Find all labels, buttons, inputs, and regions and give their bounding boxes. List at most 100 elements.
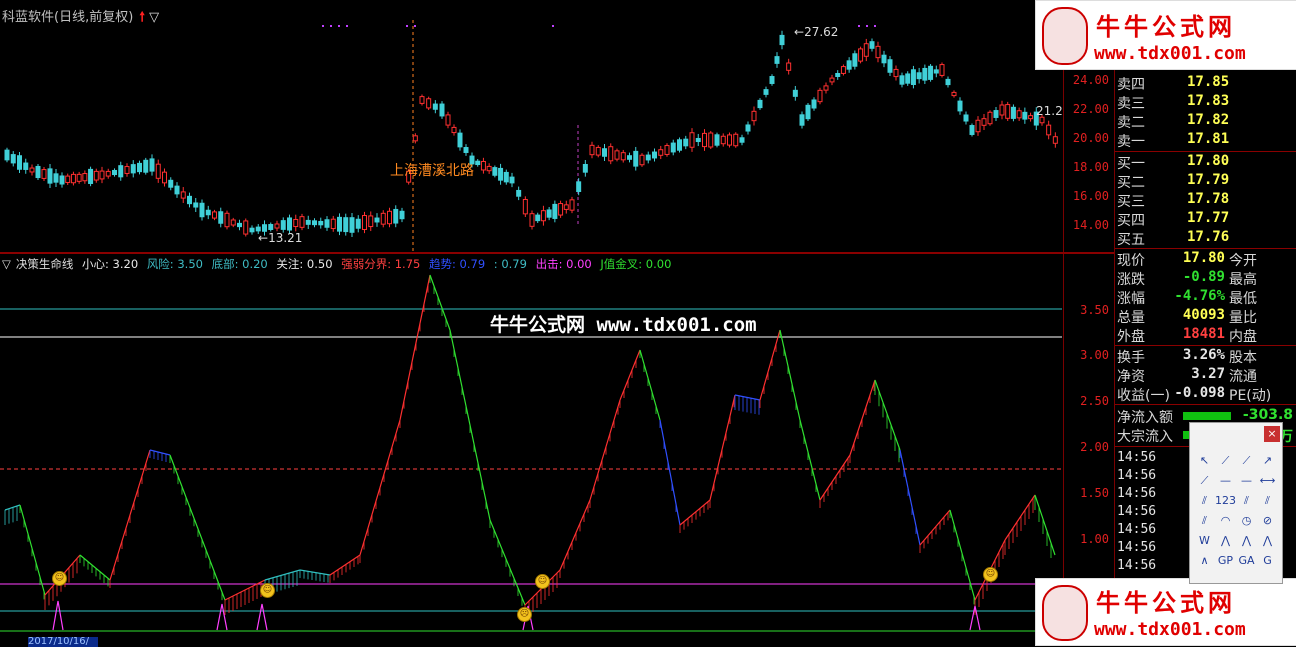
indicator-dropdown-icon[interactable]: ▽ — [2, 257, 11, 271]
candle-body — [763, 89, 769, 95]
hray-tool-icon[interactable]: — — [1236, 471, 1257, 491]
candle-body — [811, 99, 817, 109]
quote-divider — [1115, 404, 1296, 405]
smiley-icon: ☺ — [983, 567, 998, 582]
peak-tool-icon[interactable]: ⋀ — [1257, 531, 1278, 551]
candle-body — [852, 53, 858, 67]
candle-body — [1039, 116, 1045, 124]
ask-row[interactable]: 卖一 17.81 — [1117, 131, 1295, 150]
segment-tool-icon[interactable]: ⟋ — [1194, 471, 1215, 491]
up-arrow-icon[interactable]: 🠕 — [139, 10, 145, 25]
cursor-tool-icon[interactable]: ↖ — [1194, 451, 1215, 471]
candle-body — [664, 145, 670, 155]
candle-body — [274, 223, 280, 229]
candle-body — [349, 217, 355, 233]
candle-body — [739, 137, 745, 143]
candle-body — [608, 146, 614, 162]
candle-body — [846, 60, 852, 70]
hline-tool-icon[interactable]: — — [1215, 471, 1236, 491]
m-pattern-tool-icon[interactable]: ⋀ — [1215, 531, 1236, 551]
price-tick: 22.00 — [1072, 102, 1109, 116]
wave-tool-icon[interactable]: 123 — [1215, 491, 1236, 511]
bid-row[interactable]: 买三 17.78 — [1117, 191, 1295, 210]
candle-body — [805, 104, 811, 120]
candle-body — [412, 135, 418, 142]
candle-body — [492, 167, 498, 176]
ask-row[interactable]: 卖三 17.83 — [1117, 93, 1295, 112]
candle-body — [602, 148, 607, 157]
bid-row[interactable]: 买二 17.79 — [1117, 172, 1295, 191]
quote-row-outer: 外盘 18481 内盘 — [1117, 326, 1257, 345]
arrow-line-tool-icon[interactable]: ↗ — [1257, 451, 1278, 471]
line-tool-icon[interactable]: ⟋ — [1215, 451, 1236, 471]
candle-body — [695, 137, 701, 143]
candle-body — [993, 110, 999, 118]
quote-row-price: 现价 17.80 今开 — [1117, 250, 1257, 269]
ask-row[interactable]: 卖二 17.82 — [1117, 112, 1295, 131]
ask-row[interactable]: 卖四 17.85 — [1117, 74, 1295, 93]
stock-title: 科蓝软件(日线,前复权) — [2, 10, 134, 25]
ray-tool-icon[interactable]: ⟋ — [1236, 451, 1257, 471]
ga-tool-icon[interactable]: GA — [1236, 551, 1257, 571]
arc-tool-icon[interactable]: ◠ — [1215, 511, 1236, 531]
param-7: 出击: 0.00 — [535, 257, 592, 271]
parallel-tool-icon[interactable]: ⫽ — [1236, 491, 1257, 511]
param-8: J值金叉: 0.00 — [600, 257, 672, 271]
zigzag-tool-icon[interactable]: ⋀ — [1236, 531, 1257, 551]
candle-body — [155, 163, 161, 179]
tick-time: 14:56 — [1117, 450, 1157, 465]
candle-body — [939, 64, 945, 76]
candle-body — [799, 114, 805, 126]
gp-tool-icon[interactable]: GP — [1215, 551, 1236, 571]
candle-body — [858, 48, 864, 62]
candle-body — [535, 214, 541, 222]
candle-body — [93, 170, 99, 181]
candle-body — [187, 195, 192, 205]
last-price-label: 21.2 — [1036, 104, 1063, 118]
watermark-url: www.tdx001.com — [1094, 619, 1246, 640]
indicator-line-segment — [759, 329, 781, 401]
dropdown-triangle-icon[interactable]: ▽ — [149, 10, 159, 25]
candle-body — [928, 65, 934, 80]
quote-row-change: 涨跌 -0.89 最高 — [1117, 269, 1257, 288]
w-pattern-tool-icon[interactable]: W — [1194, 531, 1215, 551]
candle-body — [1052, 136, 1058, 144]
candle-body — [639, 154, 645, 166]
channel-tool-icon[interactable]: ⫽ — [1194, 491, 1215, 511]
bid-row[interactable]: 买五 17.76 — [1117, 229, 1295, 248]
orderbook-divider — [1115, 151, 1296, 152]
cycle-tool-icon[interactable]: ⊘ — [1257, 511, 1278, 531]
wave2-tool-icon[interactable]: ∧ — [1194, 551, 1215, 571]
circle-tool-icon[interactable]: ◷ — [1236, 511, 1257, 531]
candle-body — [733, 133, 739, 147]
indicator-line-segment — [899, 449, 921, 546]
road-annotation: 上海漕溪北路 — [390, 163, 474, 179]
hsegment-tool-icon[interactable]: ⟷ — [1257, 471, 1278, 491]
candle-body — [835, 72, 841, 78]
watermark-url: www.tdx001.com — [1094, 43, 1246, 64]
bid-row[interactable]: 买四 17.77 — [1117, 210, 1295, 229]
candle-body — [645, 154, 651, 161]
g-tool-icon[interactable]: G — [1257, 551, 1278, 571]
signal-dot — [346, 25, 348, 27]
candle-body — [792, 89, 798, 97]
candle-body — [76, 173, 82, 182]
candle-body — [714, 134, 720, 146]
candle-body — [249, 227, 255, 233]
bid-row[interactable]: 买一 17.80 — [1117, 153, 1295, 172]
cow-logo-icon — [1042, 7, 1088, 65]
indicator-tick: 1.50 — [1080, 486, 1109, 500]
candle-body — [199, 202, 205, 218]
candle-body — [905, 73, 911, 84]
drawing-toolbox[interactable]: × ↖ ⟋ ⟋ ↗ ⟋ — — ⟷ ⫽ 123 ⫽ ⫽ ⫽ ◠ ◷ ⊘ W ⋀ ⋀ ⋀ ∧ GP GA G — [1189, 422, 1283, 584]
gann-tool-icon[interactable]: ⫽ — [1194, 511, 1215, 531]
candle-body — [987, 111, 993, 125]
candle-body — [439, 103, 445, 117]
price-candlestick-chart[interactable] — [0, 0, 1062, 252]
close-icon[interactable]: × — [1264, 426, 1280, 442]
fan-tool-icon[interactable]: ⫽ — [1257, 491, 1278, 511]
tick-time: 14:56 — [1117, 558, 1157, 573]
candle-body — [893, 68, 899, 78]
signal-dot — [858, 25, 860, 27]
price-tick: 14.00 — [1072, 218, 1109, 232]
